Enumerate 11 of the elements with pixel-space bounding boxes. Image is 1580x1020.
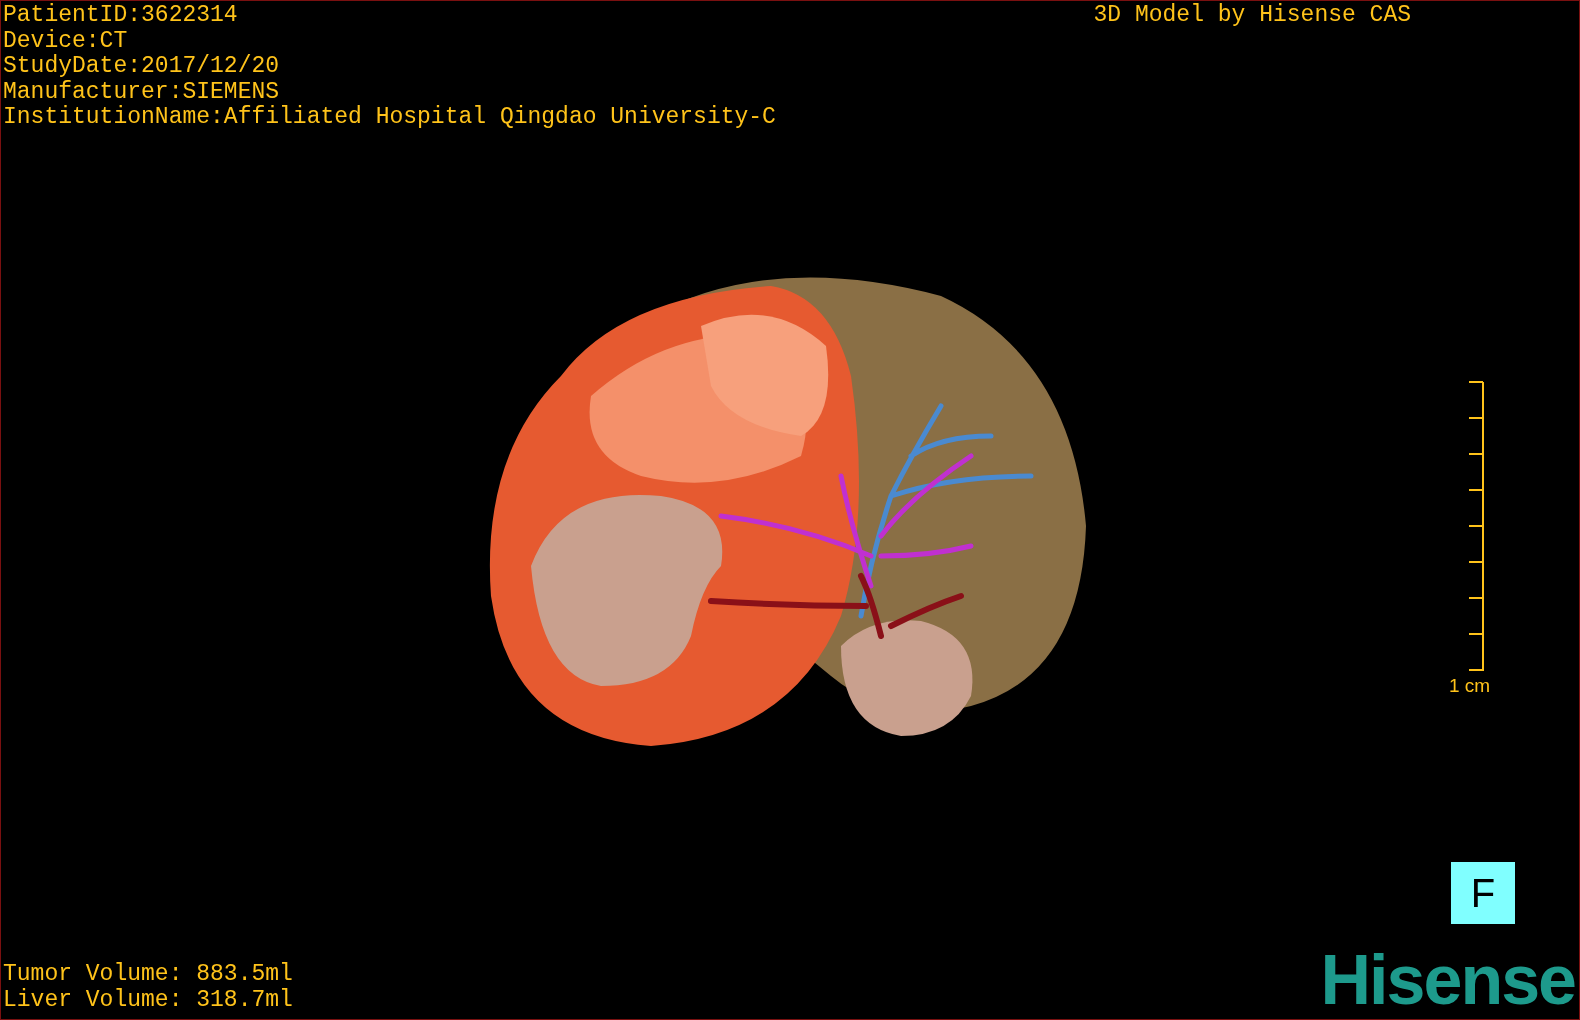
study-info-text: PatientID:3622314	[3, 3, 239, 29]
brand-logo: Hisense	[1320, 947, 1575, 1013]
view-direction-button[interactable]: F	[1451, 862, 1515, 924]
volume-text: Tumor Volume: 883.5ml	[3, 962, 293, 988]
scale-label: 1 cm	[1449, 675, 1491, 697]
study-info-text: StudyDate:2017/12/20	[3, 54, 281, 80]
study-info-text: Device:CT	[3, 28, 129, 54]
study-info-text: Manufacturer:SIEMENS	[3, 79, 281, 105]
viewer-title: 3D Model by Hisense CAS	[1093, 3, 1411, 30]
study-info-text: InstitutionName:Affiliated Hospital Qingdao University-C	[3, 105, 776, 131]
volume-text: Liver Volume: 318.7ml	[3, 987, 293, 1013]
